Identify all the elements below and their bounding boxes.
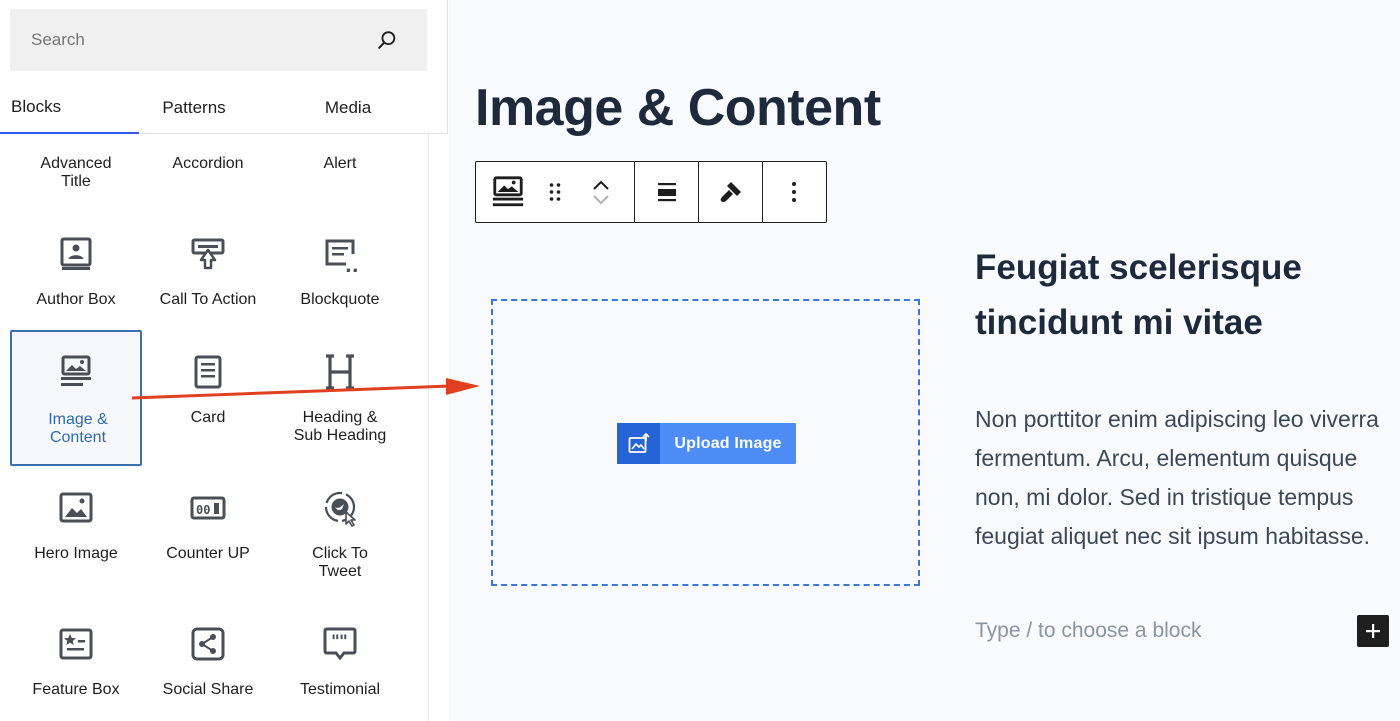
toolbar-style-group <box>699 162 763 222</box>
tab-media[interactable]: Media <box>288 82 408 134</box>
click-to-tweet-icon <box>320 488 360 528</box>
svg-text:": " <box>339 632 348 652</box>
social-share-icon <box>188 624 228 664</box>
image-placeholder[interactable]: Upload Image <box>491 299 920 586</box>
block-item-feature-box[interactable]: Feature Box <box>10 524 142 698</box>
block-item-click-to-tweet[interactable]: Click To Tweet <box>274 388 406 580</box>
search-input[interactable] <box>10 9 370 71</box>
block-list-scrollbar[interactable] <box>428 134 448 721</box>
block-item-heading-subheading[interactable]: Heading & Sub Heading <box>274 252 406 444</box>
toolbar-align-group <box>635 162 699 222</box>
testimonial-icon: " " <box>320 624 360 664</box>
drag-handle-icon[interactable] <box>540 162 570 222</box>
block-item-testimonial[interactable]: " " Testimonial <box>274 524 406 698</box>
block-item-counter-up[interactable]: 00 Counter UP <box>142 388 274 562</box>
content-heading[interactable]: Feugiat scelerisque tincidunt mi vitae <box>975 240 1375 350</box>
feature-box-icon <box>56 624 96 664</box>
block-toolbar <box>475 161 827 223</box>
upload-image-button[interactable]: Upload Image <box>617 423 796 464</box>
block-item-social-share[interactable]: Social Share <box>142 524 274 698</box>
more-options-icon[interactable] <box>763 162 825 222</box>
plus-icon[interactable] <box>1357 615 1389 647</box>
hero-image-icon <box>56 488 96 528</box>
block-label: Feature Box <box>32 681 120 698</box>
search-icon[interactable] <box>375 28 399 52</box>
align-icon[interactable] <box>635 162 698 222</box>
block-item-hero-image[interactable]: Hero Image <box>10 388 142 562</box>
heading-icon <box>320 352 360 392</box>
chevron-up-icon[interactable] <box>591 178 611 192</box>
chevron-down-icon[interactable] <box>591 192 611 206</box>
svg-text:00: 00 <box>196 503 210 517</box>
tab-patterns[interactable]: Patterns <box>139 82 249 134</box>
search-box <box>10 9 427 71</box>
paintbrush-icon[interactable] <box>699 162 762 222</box>
inserter-tabs: Blocks Patterns Media <box>0 82 448 134</box>
block-appender-placeholder[interactable]: Type / to choose a block <box>975 619 1201 643</box>
content-paragraph[interactable]: Non porttitor enim adipiscing leo viverr… <box>975 400 1385 556</box>
block-item-card[interactable]: Card <box>142 252 274 426</box>
counter-up-icon: 00 <box>188 488 228 528</box>
move-up-down <box>570 162 632 222</box>
image-content-icon <box>56 352 96 392</box>
upload-image-icon <box>617 423 660 464</box>
tab-blocks[interactable]: Blocks <box>0 82 139 134</box>
page-title[interactable]: Image & Content <box>475 78 881 138</box>
card-icon <box>188 352 228 392</box>
author-box-icon <box>56 234 96 274</box>
block-item-author-box[interactable]: Author Box <box>10 134 142 308</box>
block-item-blockquote[interactable]: ,, Blockquote <box>274 134 406 308</box>
block-label: Author Box <box>36 291 116 308</box>
block-item-call-to-action[interactable]: Call To Action <box>142 134 274 308</box>
toolbar-more-group <box>763 162 825 222</box>
editor-canvas[interactable]: Image & Content Upload Image Feugiat sce… <box>449 0 1400 721</box>
block-label: Testimonial <box>299 681 381 698</box>
block-label: Social Share <box>162 681 254 698</box>
image-content-icon[interactable] <box>476 162 540 222</box>
block-inserter-panel: Blocks Patterns Media AdvancedTitle Acco… <box>0 0 448 721</box>
toolbar-block-group <box>476 162 635 222</box>
upload-image-label: Upload Image <box>674 434 782 452</box>
